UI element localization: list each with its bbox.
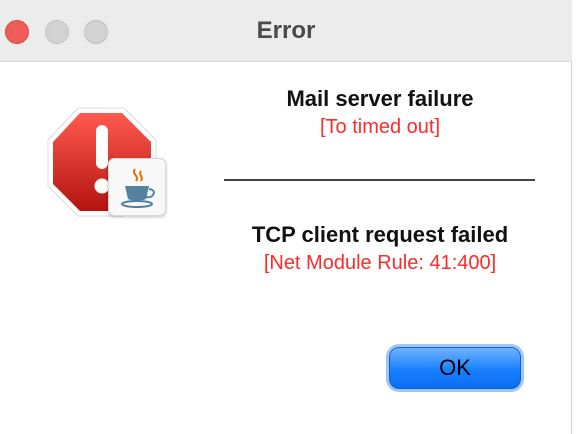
java-badge xyxy=(108,158,166,216)
dialog-body: Mail server failure [To timed out] TCP c… xyxy=(0,62,572,434)
java-coffee-cup-icon xyxy=(121,168,155,208)
window-title: Error xyxy=(256,17,316,44)
message-detail: [To timed out] xyxy=(319,116,441,138)
message-block-2: TCP client request failed [Net Module Ru… xyxy=(220,222,540,275)
message-title: TCP client request failed xyxy=(251,222,509,247)
message-block-1: Mail server failure [To timed out] xyxy=(220,86,540,139)
message-detail: [Net Module Rule: 41:400] xyxy=(263,252,497,274)
title-bar: Error xyxy=(0,0,572,62)
message-divider xyxy=(224,179,535,181)
error-icon-group xyxy=(46,106,166,218)
ok-button[interactable]: OK xyxy=(389,347,521,389)
error-dialog-window: Error Mail server failure [To timed out]… xyxy=(0,0,572,434)
message-title: Mail server failure xyxy=(286,86,474,111)
